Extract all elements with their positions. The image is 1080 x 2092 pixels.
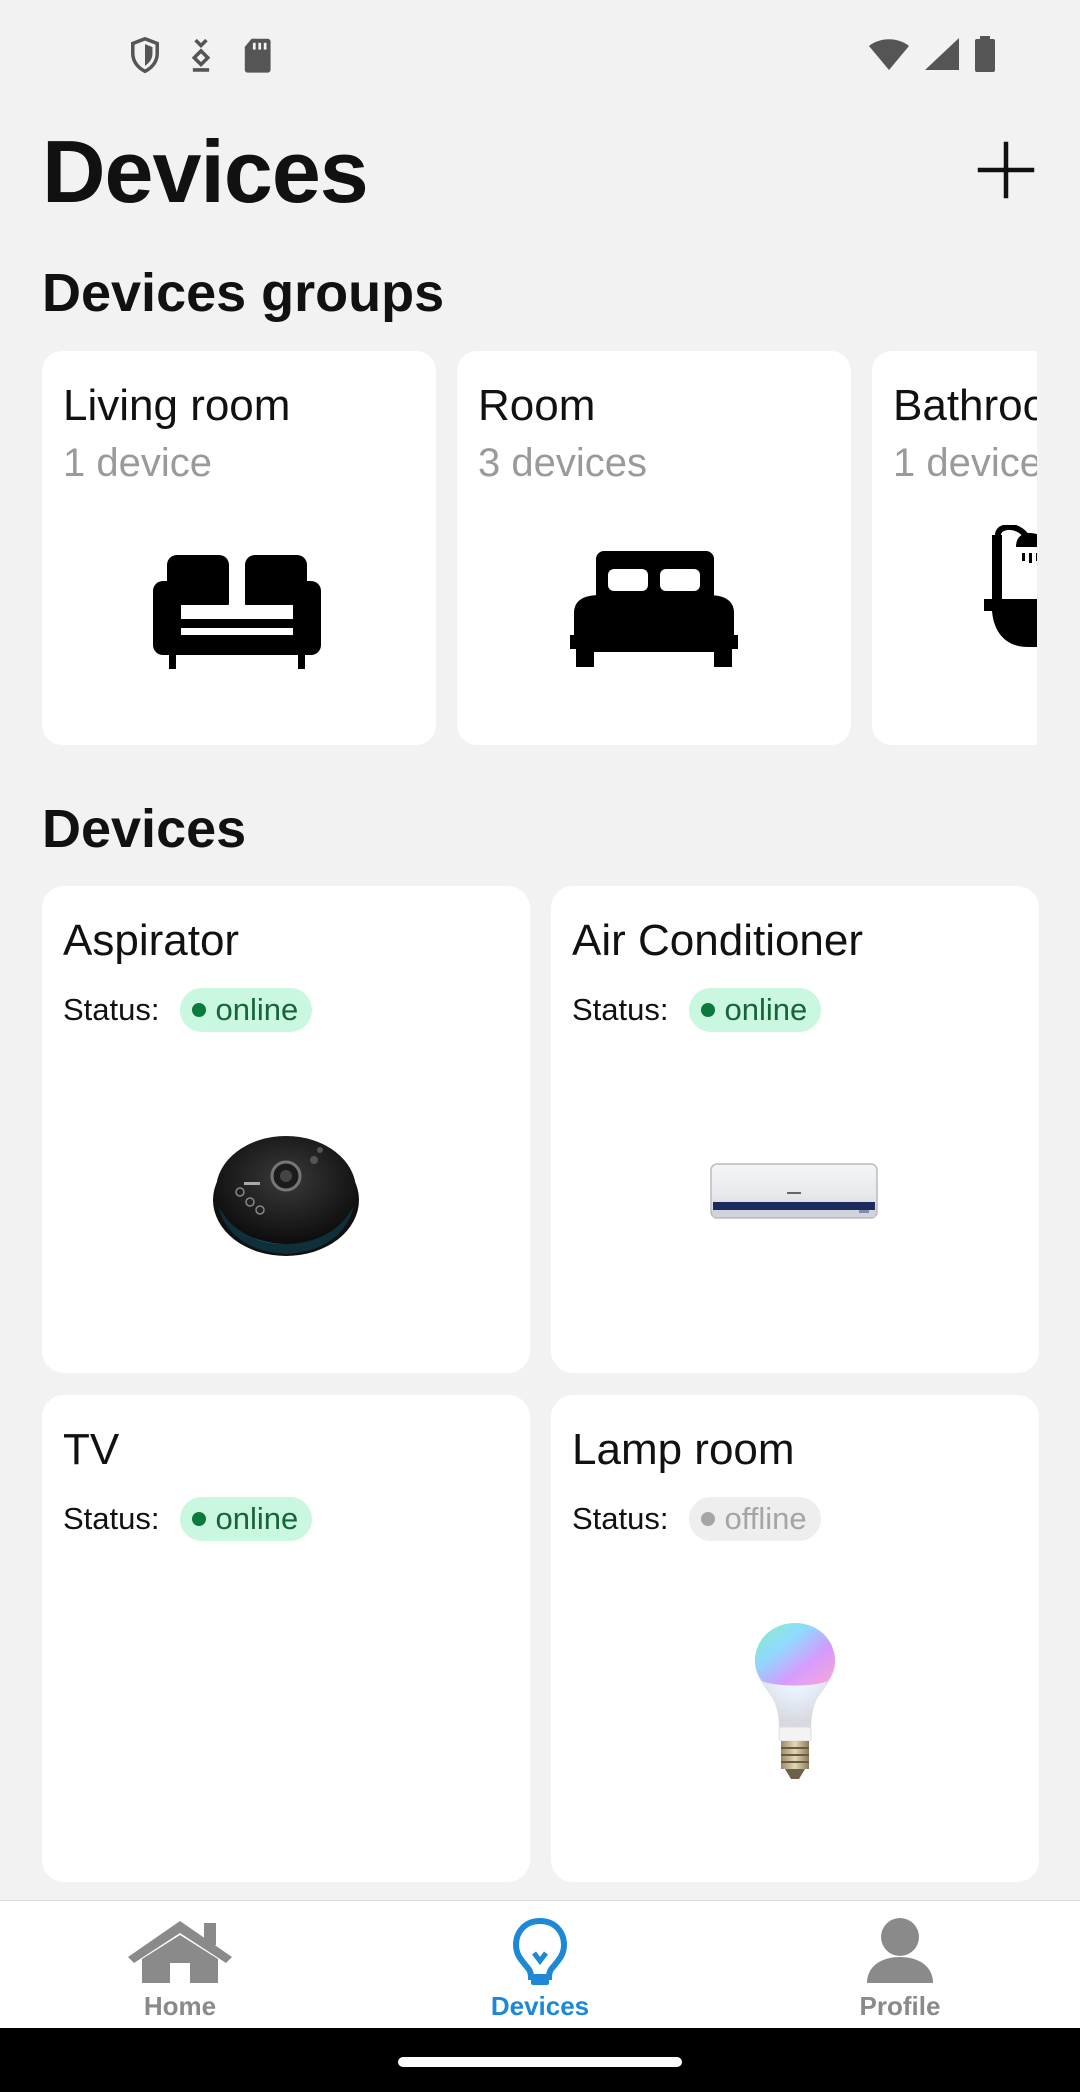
house-icon	[128, 1921, 232, 1983]
robot-vacuum-image	[213, 1136, 359, 1256]
device-card-tv[interactable]: TV Status: online	[42, 1395, 530, 1882]
group-device-count: 3 devices	[478, 441, 647, 485]
status-row: Status: online	[63, 988, 313, 1032]
status-text: online	[215, 1501, 299, 1536]
home-gesture-handle[interactable]	[398, 2057, 682, 2067]
status-label: Status:	[63, 992, 160, 1027]
status-label: Status:	[572, 1501, 669, 1536]
status-badge: online	[179, 988, 313, 1032]
group-device-count: 1 device	[63, 441, 212, 485]
bed-icon	[570, 551, 738, 667]
status-bar	[0, 0, 1080, 110]
status-row: Status: online	[63, 1497, 313, 1541]
status-text: online	[724, 992, 808, 1027]
nav-label: Home	[143, 1991, 217, 2021]
status-label: Status:	[572, 992, 669, 1027]
group-name: Bathroom	[893, 381, 1037, 430]
group-card-bathroom[interactable]: Bathroom 1 device	[872, 351, 1037, 745]
page-title: Devices	[42, 122, 369, 221]
device-card-air-conditioner[interactable]: Air Conditioner Status: online	[551, 886, 1039, 1373]
status-row: Status: online	[572, 988, 822, 1032]
nav-label: Devices	[490, 1991, 590, 2021]
status-dot-icon	[191, 1003, 206, 1017]
status-dot-icon	[700, 1512, 715, 1526]
sofa-icon	[153, 555, 321, 669]
status-dot-icon	[191, 1512, 206, 1526]
add-icon[interactable]	[976, 140, 1036, 200]
lightbulb-icon	[512, 1917, 568, 1985]
nav-item-devices[interactable]: Devices	[360, 1901, 720, 2029]
group-card-room[interactable]: Room 3 devices	[457, 351, 851, 745]
status-text: offline	[724, 1501, 807, 1536]
bathtub-icon	[984, 525, 1037, 647]
group-name: Living room	[63, 381, 291, 430]
group-device-count: 1 device	[893, 441, 1037, 485]
device-card-lamp-room[interactable]: Lamp room Status: offline	[551, 1395, 1039, 1882]
device-name: Air Conditioner	[572, 916, 864, 965]
device-name: Aspirator	[63, 916, 240, 965]
status-label: Status:	[63, 1501, 160, 1536]
shield-icon	[131, 36, 159, 74]
device-name: Lamp room	[572, 1425, 795, 1474]
sd-card-icon	[244, 38, 271, 73]
air-conditioner-image	[710, 1163, 878, 1219]
status-row: Status: offline	[572, 1497, 821, 1541]
battery-icon	[975, 36, 995, 72]
cellular-signal-icon	[925, 38, 959, 70]
nav-item-profile[interactable]: Profile	[720, 1901, 1080, 2029]
device-name: TV	[63, 1425, 120, 1474]
smart-bulb-image	[755, 1623, 835, 1779]
person-icon	[867, 1918, 933, 1983]
nav-item-home[interactable]: Home	[0, 1901, 360, 2029]
groups-carousel[interactable]: Living room 1 device Room 3 devices Bath…	[42, 351, 1037, 745]
group-name: Room	[478, 381, 596, 430]
status-badge: online	[688, 988, 822, 1032]
status-text: online	[215, 992, 299, 1027]
bottom-navigation: Home Devices Profile	[0, 1900, 1080, 2028]
group-card-living-room[interactable]: Living room 1 device	[42, 351, 436, 745]
groups-section-title: Devices groups	[42, 263, 445, 323]
status-dot-icon	[700, 1003, 715, 1017]
status-badge: online	[179, 1497, 313, 1541]
devices-section-title: Devices	[42, 799, 247, 859]
wifi-icon	[869, 39, 909, 70]
status-badge: offline	[688, 1497, 821, 1541]
download-arrow-icon	[191, 38, 211, 72]
device-card-aspirator[interactable]: Aspirator Status: online	[42, 886, 530, 1373]
nav-label: Profile	[859, 1991, 941, 2021]
